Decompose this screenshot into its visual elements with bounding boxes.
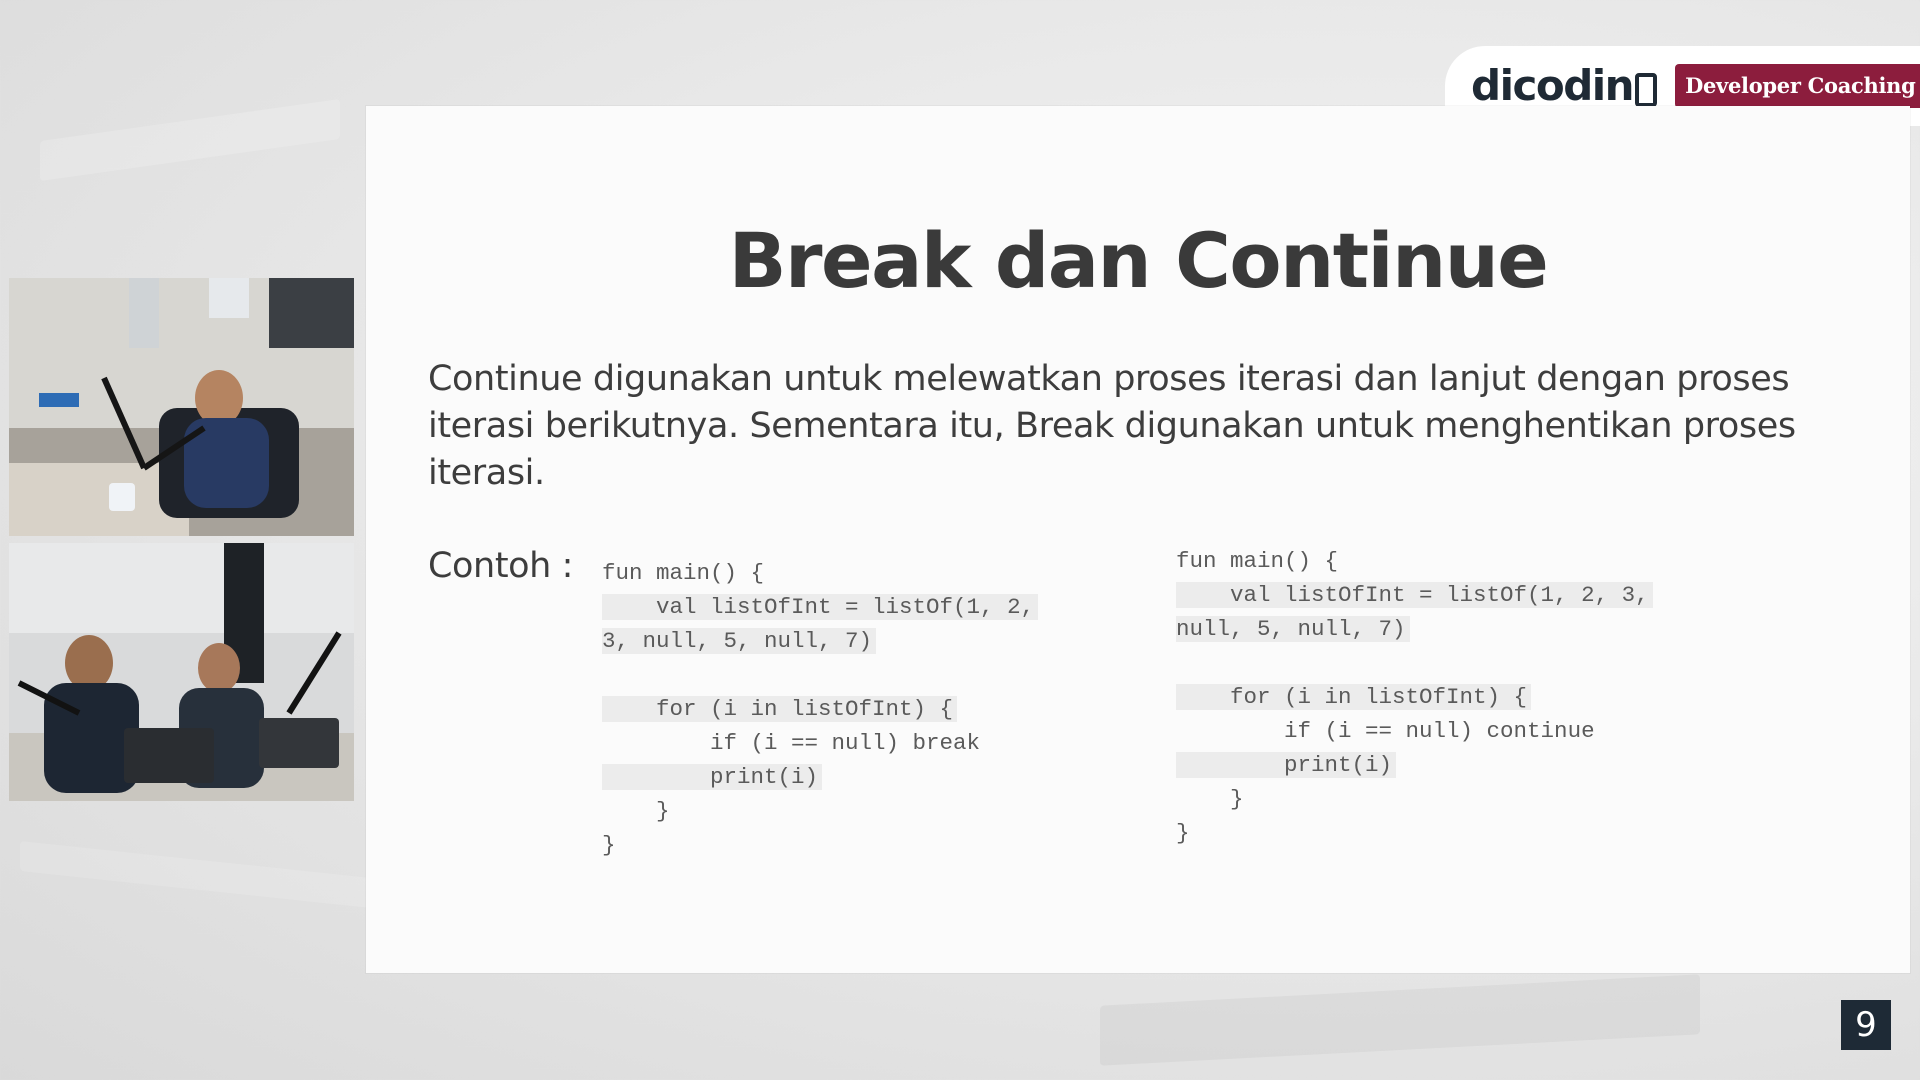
code-line: print(i) xyxy=(602,760,1038,794)
code-line-text: null, 5, null, 7) xyxy=(1176,616,1410,642)
code-line: } xyxy=(602,828,1038,862)
developer-coaching-badge: Developer Coaching xyxy=(1675,64,1920,108)
code-line-text: for (i in listOfInt) { xyxy=(1176,684,1532,710)
code-line: for (i in listOfInt) { xyxy=(602,692,1038,726)
logo-g-mark-icon xyxy=(1635,73,1658,107)
code-line: fun main() { xyxy=(1176,544,1653,578)
code-line: } xyxy=(1176,816,1653,850)
code-line: fun main() { xyxy=(602,556,1038,590)
code-line-text: val listOfInt = listOf(1, 2, 3, xyxy=(1176,582,1653,608)
background-decoration xyxy=(40,98,340,182)
page-number-badge: 9 xyxy=(1841,1000,1891,1050)
code-line: val listOfInt = listOf(1, 2, xyxy=(602,590,1039,624)
slide-description: Continue digunakan untuk melewatkan pros… xyxy=(428,359,1796,493)
background-decoration xyxy=(1100,974,1700,1066)
code-line: if (i == null) break xyxy=(602,726,1038,760)
code-line: } xyxy=(1176,782,1653,816)
webcam-feed-guests xyxy=(9,543,354,801)
code-line: null, 5, null, 7) xyxy=(1176,612,1653,646)
code-line: val listOfInt = listOf(1, 2, 3, xyxy=(1176,578,1653,612)
code-line: print(i) xyxy=(1176,748,1653,782)
dicoding-logo: dicodin xyxy=(1471,61,1658,110)
code-line-text: if (i == null) continue xyxy=(1176,718,1595,744)
code-block-continue: fun main() { val listOfInt = listOf(1, 2… xyxy=(1176,544,1653,850)
background-decoration xyxy=(20,841,380,909)
code-line: for (i in listOfInt) { xyxy=(1176,680,1653,714)
example-label: Contoh : xyxy=(428,546,574,586)
webcam-feed-presenter xyxy=(9,278,354,536)
code-line-text: } xyxy=(602,798,670,824)
code-line-text: } xyxy=(1176,820,1190,846)
code-line-text: print(i) xyxy=(602,764,823,790)
code-line-text: val listOfInt = listOf(1, 2, xyxy=(602,594,1039,620)
code-block-break: fun main() { val listOfInt = listOf(1, 2… xyxy=(602,556,1039,862)
code-line-text: print(i) xyxy=(1176,752,1397,778)
code-line: if (i == null) continue xyxy=(1176,714,1653,748)
logo-text: dicodin xyxy=(1471,61,1635,110)
code-line-text: } xyxy=(1176,786,1244,812)
slide-title: Break dan Continue xyxy=(728,216,1549,305)
code-line-text: fun main() { xyxy=(1176,548,1339,574)
code-line-text: if (i == null) break xyxy=(602,730,981,756)
code-line: 3, null, 5, null, 7) xyxy=(602,624,1038,658)
presentation-slide: Break dan Continue Continue digunakan un… xyxy=(366,106,1910,973)
code-line-text: for (i in listOfInt) { xyxy=(602,696,958,722)
code-line: } xyxy=(602,794,1038,828)
code-line-text: } xyxy=(602,832,616,858)
code-line-text: 3, null, 5, null, 7) xyxy=(602,628,877,654)
code-line-text: fun main() { xyxy=(602,560,765,586)
